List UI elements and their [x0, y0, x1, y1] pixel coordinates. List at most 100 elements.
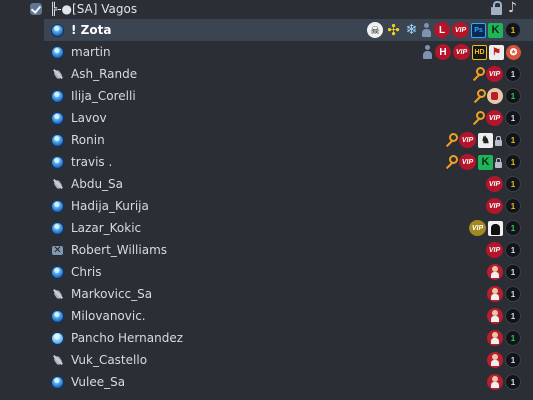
status-icon: 1 — [505, 22, 521, 38]
user-row[interactable]: Markovicc_Sa 1 — [44, 283, 533, 305]
hd-badge-icon: HD — [472, 44, 487, 60]
lock-icon — [495, 132, 503, 148]
status-icon: 1 — [505, 176, 521, 192]
vip-badge-icon: VIP — [459, 154, 476, 170]
status-icon: 1 — [505, 198, 521, 214]
status-icon: 1 — [505, 88, 521, 104]
talk-status-icon — [51, 200, 64, 213]
user-row[interactable]: Ilija_Corelli 1 — [44, 85, 533, 107]
photoshop-icon: Ps — [471, 22, 486, 38]
user-name: Markovicc_Sa — [71, 287, 153, 301]
user-row[interactable]: Lazar_Kokic VIP 1 — [44, 217, 533, 239]
user-row[interactable]: Vuk_Castello 1 — [44, 349, 533, 371]
user-badges: VIP 1 — [486, 198, 521, 214]
user-name: travis . — [71, 155, 113, 169]
user-badges: 1 — [487, 286, 521, 302]
user-row[interactable]: travis . VIP K 1 — [44, 151, 533, 173]
away-icon: ✕ — [51, 245, 64, 256]
user-name: Robert_Williams — [71, 243, 168, 257]
user-badges: H VIP HD ⚑ ✪ — [422, 44, 521, 60]
user-name: Vuk_Castello — [71, 353, 148, 367]
status-icon: 1 — [505, 110, 521, 126]
channel-icons: ♪ — [490, 1, 521, 15]
user-badges: VIP 1 — [469, 66, 521, 82]
user-row[interactable]: Ronin VIP ♞ 1 — [44, 129, 533, 151]
user-badges: 1 — [487, 352, 521, 368]
status-icon: 1 — [505, 66, 521, 82]
muted-mic-icon — [51, 288, 64, 301]
rank-icon — [487, 374, 503, 390]
vip-badge-icon: VIP — [486, 66, 503, 82]
user-row[interactable]: Lavov VIP 1 — [44, 107, 533, 129]
rank-icon — [487, 286, 503, 302]
user-row[interactable]: Milovanovic. 1 — [44, 305, 533, 327]
k-badge-icon: K — [478, 154, 493, 170]
user-row[interactable]: Hadija_Kurija VIP 1 — [44, 195, 533, 217]
person-icon — [421, 22, 432, 38]
talk-status-icon — [51, 222, 64, 235]
l-badge-icon: L — [434, 22, 450, 38]
user-row[interactable]: martin H VIP HD ⚑ ✪ — [44, 41, 533, 63]
cross-icon: ✣ — [387, 21, 400, 39]
status-icon: 1 — [505, 264, 521, 280]
user-badges: 1 — [487, 374, 521, 390]
channel-checkbox-icon[interactable] — [30, 3, 42, 15]
muted-mic-icon — [51, 354, 64, 367]
status-icon: 1 — [505, 352, 521, 368]
user-badges: 1 — [487, 330, 521, 346]
user-name: Abdu_Sa — [71, 177, 124, 191]
vip-badge-icon: VIP — [452, 22, 469, 38]
user-row[interactable]: Pancho Hernandez 1 — [44, 327, 533, 349]
user-name: martin — [71, 45, 111, 59]
user-name: Lazar_Kokic — [71, 221, 142, 235]
talk-status-icon — [51, 134, 64, 147]
user-name: Ash_Rande — [71, 67, 138, 81]
racing-flag-icon: ⚑ — [489, 44, 504, 60]
user-row[interactable]: ! Zota ☠ ✣ ❄ L VIP Ps K 1 — [44, 19, 533, 41]
h-badge-icon: H — [435, 44, 451, 60]
vip-badge-icon: VIP — [486, 198, 503, 214]
user-name: Lavov — [71, 111, 107, 125]
key-icon — [442, 154, 458, 170]
user-row[interactable]: Ash_Rande VIP 1 — [44, 63, 533, 85]
rank-icon — [487, 352, 503, 368]
user-name: Ilija_Corelli — [71, 89, 136, 103]
channel-row[interactable]: ╠-●[SA] Vagos ♪ — [0, 0, 533, 19]
status-icon: 1 — [505, 374, 521, 390]
status-icon: 1 — [505, 330, 521, 346]
vip-badge-icon: VIP — [453, 44, 470, 60]
gang-icon: ♞ — [478, 132, 493, 148]
lock-icon — [490, 1, 503, 15]
user-badges: VIP 1 — [469, 220, 521, 236]
user-badges: VIP 1 — [469, 110, 521, 126]
user-badges: VIP 1 — [486, 176, 521, 192]
rank-icon — [487, 264, 503, 280]
user-badges: VIP 1 — [486, 242, 521, 258]
status-icon: 1 — [505, 242, 521, 258]
vip-gold-badge-icon: VIP — [469, 220, 486, 236]
user-name: Milovanovic. — [71, 309, 146, 323]
talk-status-icon — [51, 156, 64, 169]
talk-status-icon — [51, 310, 64, 323]
user-name: Vulee_Sa — [71, 375, 126, 389]
user-row[interactable]: Vulee_Sa 1 — [44, 371, 533, 393]
key-icon — [470, 88, 486, 104]
user-badges: 1 — [470, 88, 521, 104]
vip-badge-icon: VIP — [486, 176, 503, 192]
person-icon — [422, 44, 433, 60]
user-row[interactable]: Abdu_Sa VIP 1 — [44, 173, 533, 195]
music-note-icon: ♪ — [508, 0, 517, 16]
status-icon: 1 — [505, 220, 521, 236]
user-row[interactable]: ✕ Robert_Williams VIP 1 — [44, 239, 533, 261]
talk-status-icon — [51, 46, 64, 59]
user-name: Pancho Hernandez — [71, 331, 184, 345]
key-icon — [469, 66, 485, 82]
vip-badge-icon: VIP — [486, 242, 503, 258]
vip-badge-icon: VIP — [459, 132, 476, 148]
user-row[interactable]: Chris 1 — [44, 261, 533, 283]
skull-icon: ☠ — [367, 22, 383, 38]
talk-status-icon — [51, 112, 64, 125]
user-badges: VIP ♞ 1 — [442, 132, 521, 148]
status-icon: 1 — [505, 154, 521, 170]
user-badges: VIP K 1 — [442, 154, 521, 170]
